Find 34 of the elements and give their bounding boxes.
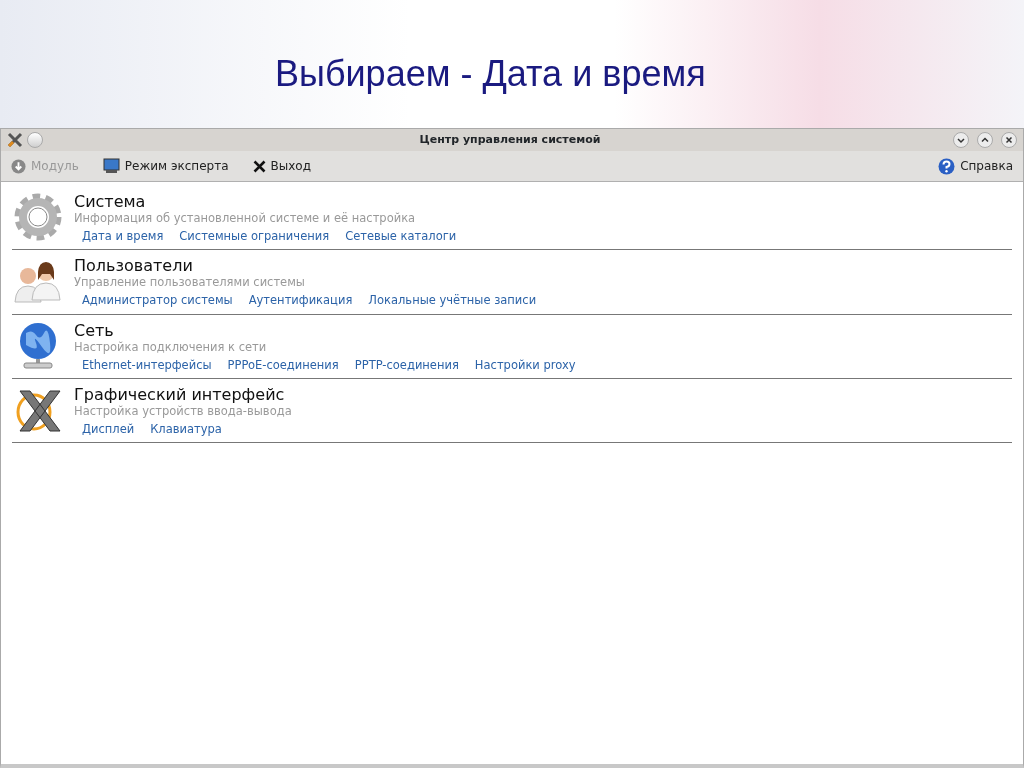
category-title: Сеть	[74, 320, 115, 340]
maximize-icon[interactable]	[977, 132, 993, 148]
minimize-icon[interactable]	[953, 132, 969, 148]
category-description: Информация об установленной системе и её настройка	[74, 211, 417, 225]
app-logo-icon	[7, 132, 23, 148]
category-title: Система	[74, 192, 147, 211]
module-link[interactable]: PPTP-соединения	[354, 356, 459, 374]
window-title: Центр управления системой	[418, 131, 602, 148]
slide-title: Выбираем - Дата и время	[274, 52, 707, 96]
module-link[interactable]: Ethernet-интерфейсы	[82, 356, 212, 374]
help-button[interactable]: Справка	[934, 155, 1017, 177]
module-link[interactable]: Дата и время	[82, 228, 164, 246]
toolbar-button[interactable]: Режим эксперта	[98, 155, 233, 177]
module-link[interactable]: Аутентификация	[248, 292, 353, 310]
module-link[interactable]: Локальные учётные записи	[368, 292, 537, 310]
category-description: Настройка подключения к сети	[74, 339, 268, 354]
category-description: Настройка устройств ввода-вывода	[74, 403, 292, 418]
x-icon	[252, 159, 266, 173]
module-link[interactable]: Клавиатура	[150, 420, 222, 438]
down-arrow-circle-icon	[11, 158, 26, 174]
category-title: Графический интерфейс	[74, 384, 286, 404]
category-description: Управление пользователями системы	[74, 275, 306, 290]
toolbar-button[interactable]: Выход	[248, 155, 315, 177]
module-link[interactable]: PPPoE-соединения	[227, 356, 339, 374]
help-icon	[938, 157, 956, 175]
module-link[interactable]: Настройки proxy	[474, 356, 576, 374]
module-link[interactable]: Дисплей	[82, 420, 135, 438]
monitor-icon	[102, 158, 120, 174]
close-icon[interactable]	[1001, 132, 1017, 148]
module-link[interactable]: Сетевые каталоги	[345, 228, 457, 246]
category-title: Пользователи	[74, 256, 194, 276]
module-link[interactable]: Администратор системы	[82, 292, 233, 310]
gear-icon	[12, 192, 64, 242]
module-link[interactable]: Системные ограничения	[179, 228, 330, 246]
